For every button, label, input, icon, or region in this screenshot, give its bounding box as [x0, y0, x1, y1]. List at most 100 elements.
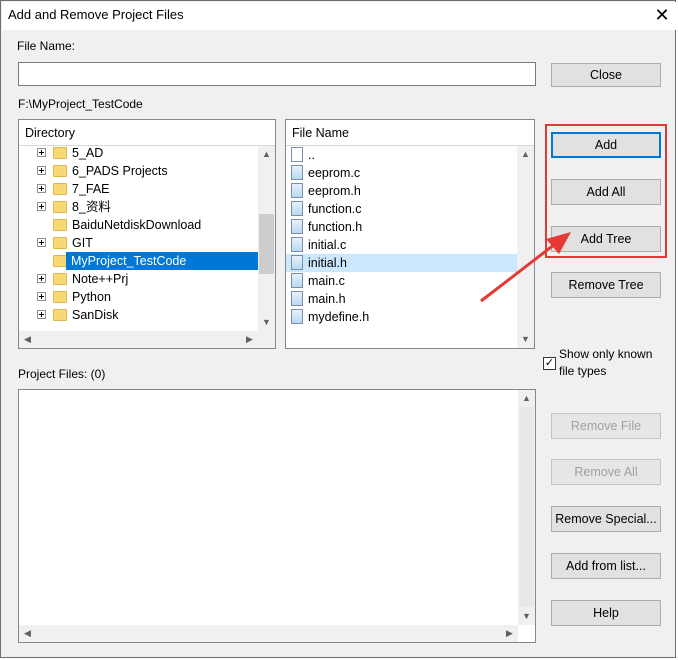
- folder-icon: [53, 273, 67, 285]
- project-files-hscrollbar[interactable]: ◀ ▶: [19, 625, 518, 642]
- file-list-item-label: initial.h: [308, 256, 347, 270]
- close-button[interactable]: Close: [551, 63, 661, 87]
- directory-item[interactable]: BaiduNetdiskDownload: [19, 216, 259, 234]
- directory-item[interactable]: SanDisk: [19, 306, 259, 324]
- directory-header[interactable]: Directory: [19, 120, 275, 146]
- folder-icon: [53, 237, 67, 249]
- directory-item[interactable]: 5_AD: [19, 144, 259, 162]
- file-list-item[interactable]: eeprom.c: [286, 164, 517, 182]
- expand-plus-icon[interactable]: [37, 148, 46, 157]
- folder-icon: [53, 165, 67, 177]
- close-icon[interactable]: ✕: [650, 4, 674, 26]
- scroll-up-icon[interactable]: ▲: [517, 146, 534, 163]
- scroll-down-icon[interactable]: ▼: [258, 314, 275, 331]
- file-list-item-label: ..: [308, 148, 315, 162]
- current-path: F:\MyProject_TestCode: [18, 97, 143, 111]
- file-list-item-label: eeprom.c: [308, 166, 361, 180]
- source-file-icon: [291, 183, 303, 198]
- directory-item[interactable]: GIT: [19, 234, 259, 252]
- title-bar: Add and Remove Project Files ✕: [2, 2, 676, 30]
- expand-plus-icon[interactable]: [37, 238, 46, 247]
- directory-item[interactable]: 7_FAE: [19, 180, 259, 198]
- directory-item[interactable]: 6_PADS Projects: [19, 162, 259, 180]
- folder-icon: [53, 201, 67, 213]
- folder-icon: [53, 147, 67, 159]
- scroll-right-icon[interactable]: ▶: [241, 331, 258, 348]
- remove-all-button[interactable]: Remove All: [551, 459, 661, 485]
- source-file-icon: [291, 309, 303, 324]
- source-file-icon: [291, 219, 303, 234]
- show-known-label-line1: Show only known: [559, 347, 653, 361]
- scroll-down-icon[interactable]: ▼: [517, 331, 534, 348]
- directory-panel: Directory 5_AD 6_PADS Projects 7_FAE 8_资料 Ba…: [18, 119, 276, 349]
- directory-tree[interactable]: 5_AD 6_PADS Projects 7_FAE 8_资料 BaiduNetdisk…: [19, 146, 259, 331]
- file-list-item[interactable]: eeprom.h: [286, 182, 517, 200]
- expand-plus-icon[interactable]: [37, 202, 46, 211]
- file-list-item-label: function.h: [308, 220, 363, 234]
- directory-item-label: 8_资料: [72, 200, 111, 214]
- project-files-vscrollbar[interactable]: ▲ ▼: [518, 390, 535, 625]
- folder-icon: [53, 291, 67, 303]
- file-list-item-label: main.h: [308, 292, 346, 306]
- folder-icon: [53, 219, 67, 231]
- source-file-icon: [291, 273, 303, 288]
- annotation-arrow-icon: [480, 232, 571, 303]
- scroll-thumb[interactable]: [259, 214, 274, 274]
- help-button[interactable]: Help: [551, 600, 661, 626]
- expand-plus-icon[interactable]: [37, 310, 46, 319]
- directory-item-label: Note++Prj: [72, 272, 129, 286]
- file-list-item-label: mydefine.h: [308, 310, 370, 324]
- source-file-icon: [291, 165, 303, 180]
- scroll-right-icon[interactable]: ▶: [501, 625, 518, 642]
- file-name-input[interactable]: [18, 62, 536, 86]
- scroll-down-icon[interactable]: ▼: [518, 608, 535, 625]
- directory-item[interactable]: MyProject_TestCode: [19, 252, 259, 270]
- directory-item-label: 7_FAE: [72, 182, 110, 196]
- folder-icon: [53, 183, 67, 195]
- remove-special-button[interactable]: Remove Special...: [551, 506, 661, 532]
- source-file-icon: [291, 201, 303, 216]
- directory-item[interactable]: Note++Prj: [19, 270, 259, 288]
- file-list-item[interactable]: function.c: [286, 200, 517, 218]
- scroll-left-icon[interactable]: ◀: [19, 331, 36, 348]
- show-known-checkbox[interactable]: ✓: [543, 357, 556, 370]
- project-files-label: Project Files: (0): [18, 367, 106, 381]
- parent-folder-icon: [291, 147, 303, 162]
- remove-file-button[interactable]: Remove File: [551, 413, 661, 439]
- file-list-item-label: initial.c: [308, 238, 347, 252]
- scroll-left-icon[interactable]: ◀: [19, 625, 36, 642]
- add-from-list-button[interactable]: Add from list...: [551, 553, 661, 579]
- expand-plus-icon[interactable]: [37, 184, 46, 193]
- directory-item[interactable]: 8_资料: [19, 198, 259, 216]
- file-list-item-label: eeprom.h: [308, 184, 361, 198]
- scroll-track[interactable]: [519, 407, 534, 607]
- show-known-label-line2: file types: [559, 364, 607, 378]
- file-name-label: File Name:: [17, 39, 76, 53]
- file-list-item-label: function.c: [308, 202, 362, 216]
- directory-item-label: Python: [72, 290, 111, 304]
- directory-item-label: BaiduNetdiskDownload: [72, 218, 202, 232]
- folder-icon: [53, 255, 67, 267]
- source-file-icon: [291, 291, 303, 306]
- source-file-icon: [291, 237, 303, 252]
- scroll-up-icon[interactable]: ▲: [258, 146, 275, 163]
- directory-hscrollbar[interactable]: ◀ ▶: [19, 331, 275, 348]
- expand-plus-icon[interactable]: [37, 292, 46, 301]
- directory-item-label: 6_PADS Projects: [72, 164, 168, 178]
- scroll-up-icon[interactable]: ▲: [518, 390, 535, 407]
- source-file-icon: [291, 255, 303, 270]
- directory-vscrollbar[interactable]: ▲ ▼: [258, 146, 275, 331]
- expand-plus-icon[interactable]: [37, 274, 46, 283]
- expand-plus-icon[interactable]: [37, 166, 46, 175]
- file-list-header[interactable]: File Name: [286, 120, 534, 146]
- project-files-list[interactable]: ▲ ▼ ◀ ▶: [18, 389, 536, 643]
- directory-item-label: GIT: [72, 236, 93, 250]
- add-remove-project-files-dialog: Add and Remove Project Files ✕ File Name…: [0, 0, 676, 658]
- folder-icon: [53, 309, 67, 321]
- file-list-item[interactable]: ..: [286, 146, 517, 164]
- directory-item-label: 5_AD: [72, 146, 104, 160]
- directory-item-label: SanDisk: [72, 308, 119, 322]
- directory-item-label: MyProject_TestCode: [66, 252, 258, 270]
- directory-item[interactable]: Python: [19, 288, 259, 306]
- window-title: Add and Remove Project Files: [8, 7, 184, 22]
